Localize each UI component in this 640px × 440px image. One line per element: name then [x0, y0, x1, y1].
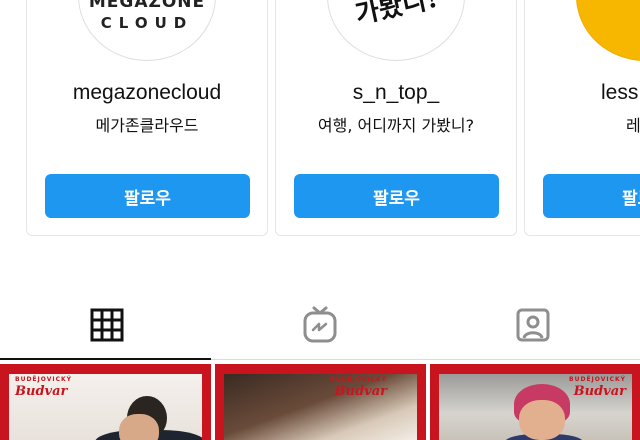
grid-icon — [90, 308, 123, 342]
suggestion-username[interactable]: s_n_top_ — [276, 81, 516, 105]
brand-logo-text: Budvar — [15, 384, 68, 399]
avatar[interactable]: 가봤니! — [327, 0, 465, 61]
follow-button[interactable]: 팔로우 — [45, 174, 250, 218]
person-face — [119, 414, 159, 440]
suggested-accounts: MEGAZONE CLOUD megazonecloud 메가존클라우드 팔로우… — [0, 0, 640, 250]
brand-logo-text: Budvar — [334, 384, 387, 399]
avatar-handwritten-text: 가봤니! — [352, 0, 441, 31]
suggestion-username[interactable]: less — [601, 81, 640, 105]
suggestion-fullname: 레 — [626, 116, 640, 135]
follow-button[interactable]: 팔로우 — [294, 174, 499, 218]
suggestion-fullname: 메가존클라우드 — [95, 116, 199, 135]
tab-igtv[interactable] — [213, 290, 426, 360]
avatar[interactable]: MEGAZONE CLOUD — [78, 0, 216, 61]
suggestion-username[interactable]: megazonecloud — [27, 81, 267, 105]
active-tab-indicator — [0, 358, 211, 360]
tab-tagged[interactable] — [426, 290, 639, 360]
post-grid: BUDĚJOVICKÝ Budvar BUDĚJOVICKÝ Budvar BU… — [0, 364, 640, 440]
igtv-icon — [303, 306, 336, 343]
post-photo: BUDĚJOVICKÝ Budvar — [9, 374, 202, 440]
post-thumbnail[interactable]: BUDĚJOVICKÝ Budvar — [0, 364, 211, 440]
suggestion-card: 가봤니! s_n_top_ 여행, 어디까지 가봤니? 팔로우 — [275, 0, 517, 236]
avatar[interactable] — [576, 0, 640, 61]
brand-logo-text: Budvar — [573, 384, 626, 399]
brand-subtext: BUDĚJOVICKÝ — [15, 376, 72, 383]
tab-divider — [211, 359, 640, 360]
tab-posts-grid[interactable] — [0, 290, 213, 360]
follow-button[interactable]: 팔로우 — [543, 174, 640, 218]
post-thumbnail[interactable]: BUDĚJOVICKÝ Budvar — [430, 364, 640, 440]
person-face — [519, 400, 565, 440]
post-photo: BUDĚJOVICKÝ Budvar — [224, 374, 417, 440]
avatar-logo-text: MEGAZONE — [88, 0, 206, 12]
tagged-icon — [516, 308, 549, 342]
profile-tabs — [0, 290, 640, 360]
suggestion-card: MEGAZONE CLOUD megazonecloud 메가존클라우드 팔로우 — [26, 0, 268, 236]
post-thumbnail[interactable]: BUDĚJOVICKÝ Budvar — [215, 364, 426, 440]
brand-subtext: BUDĚJOVICKÝ — [569, 376, 626, 383]
suggestion-card: less 레 팔로우 — [524, 0, 640, 236]
avatar-logo-subtext: CLOUD — [100, 14, 194, 32]
suggestion-fullname: 여행, 어디까지 가봤니? — [317, 116, 475, 135]
post-photo: BUDĚJOVICKÝ Budvar — [439, 374, 632, 440]
brand-subtext: BUDĚJOVICKÝ — [330, 376, 387, 383]
